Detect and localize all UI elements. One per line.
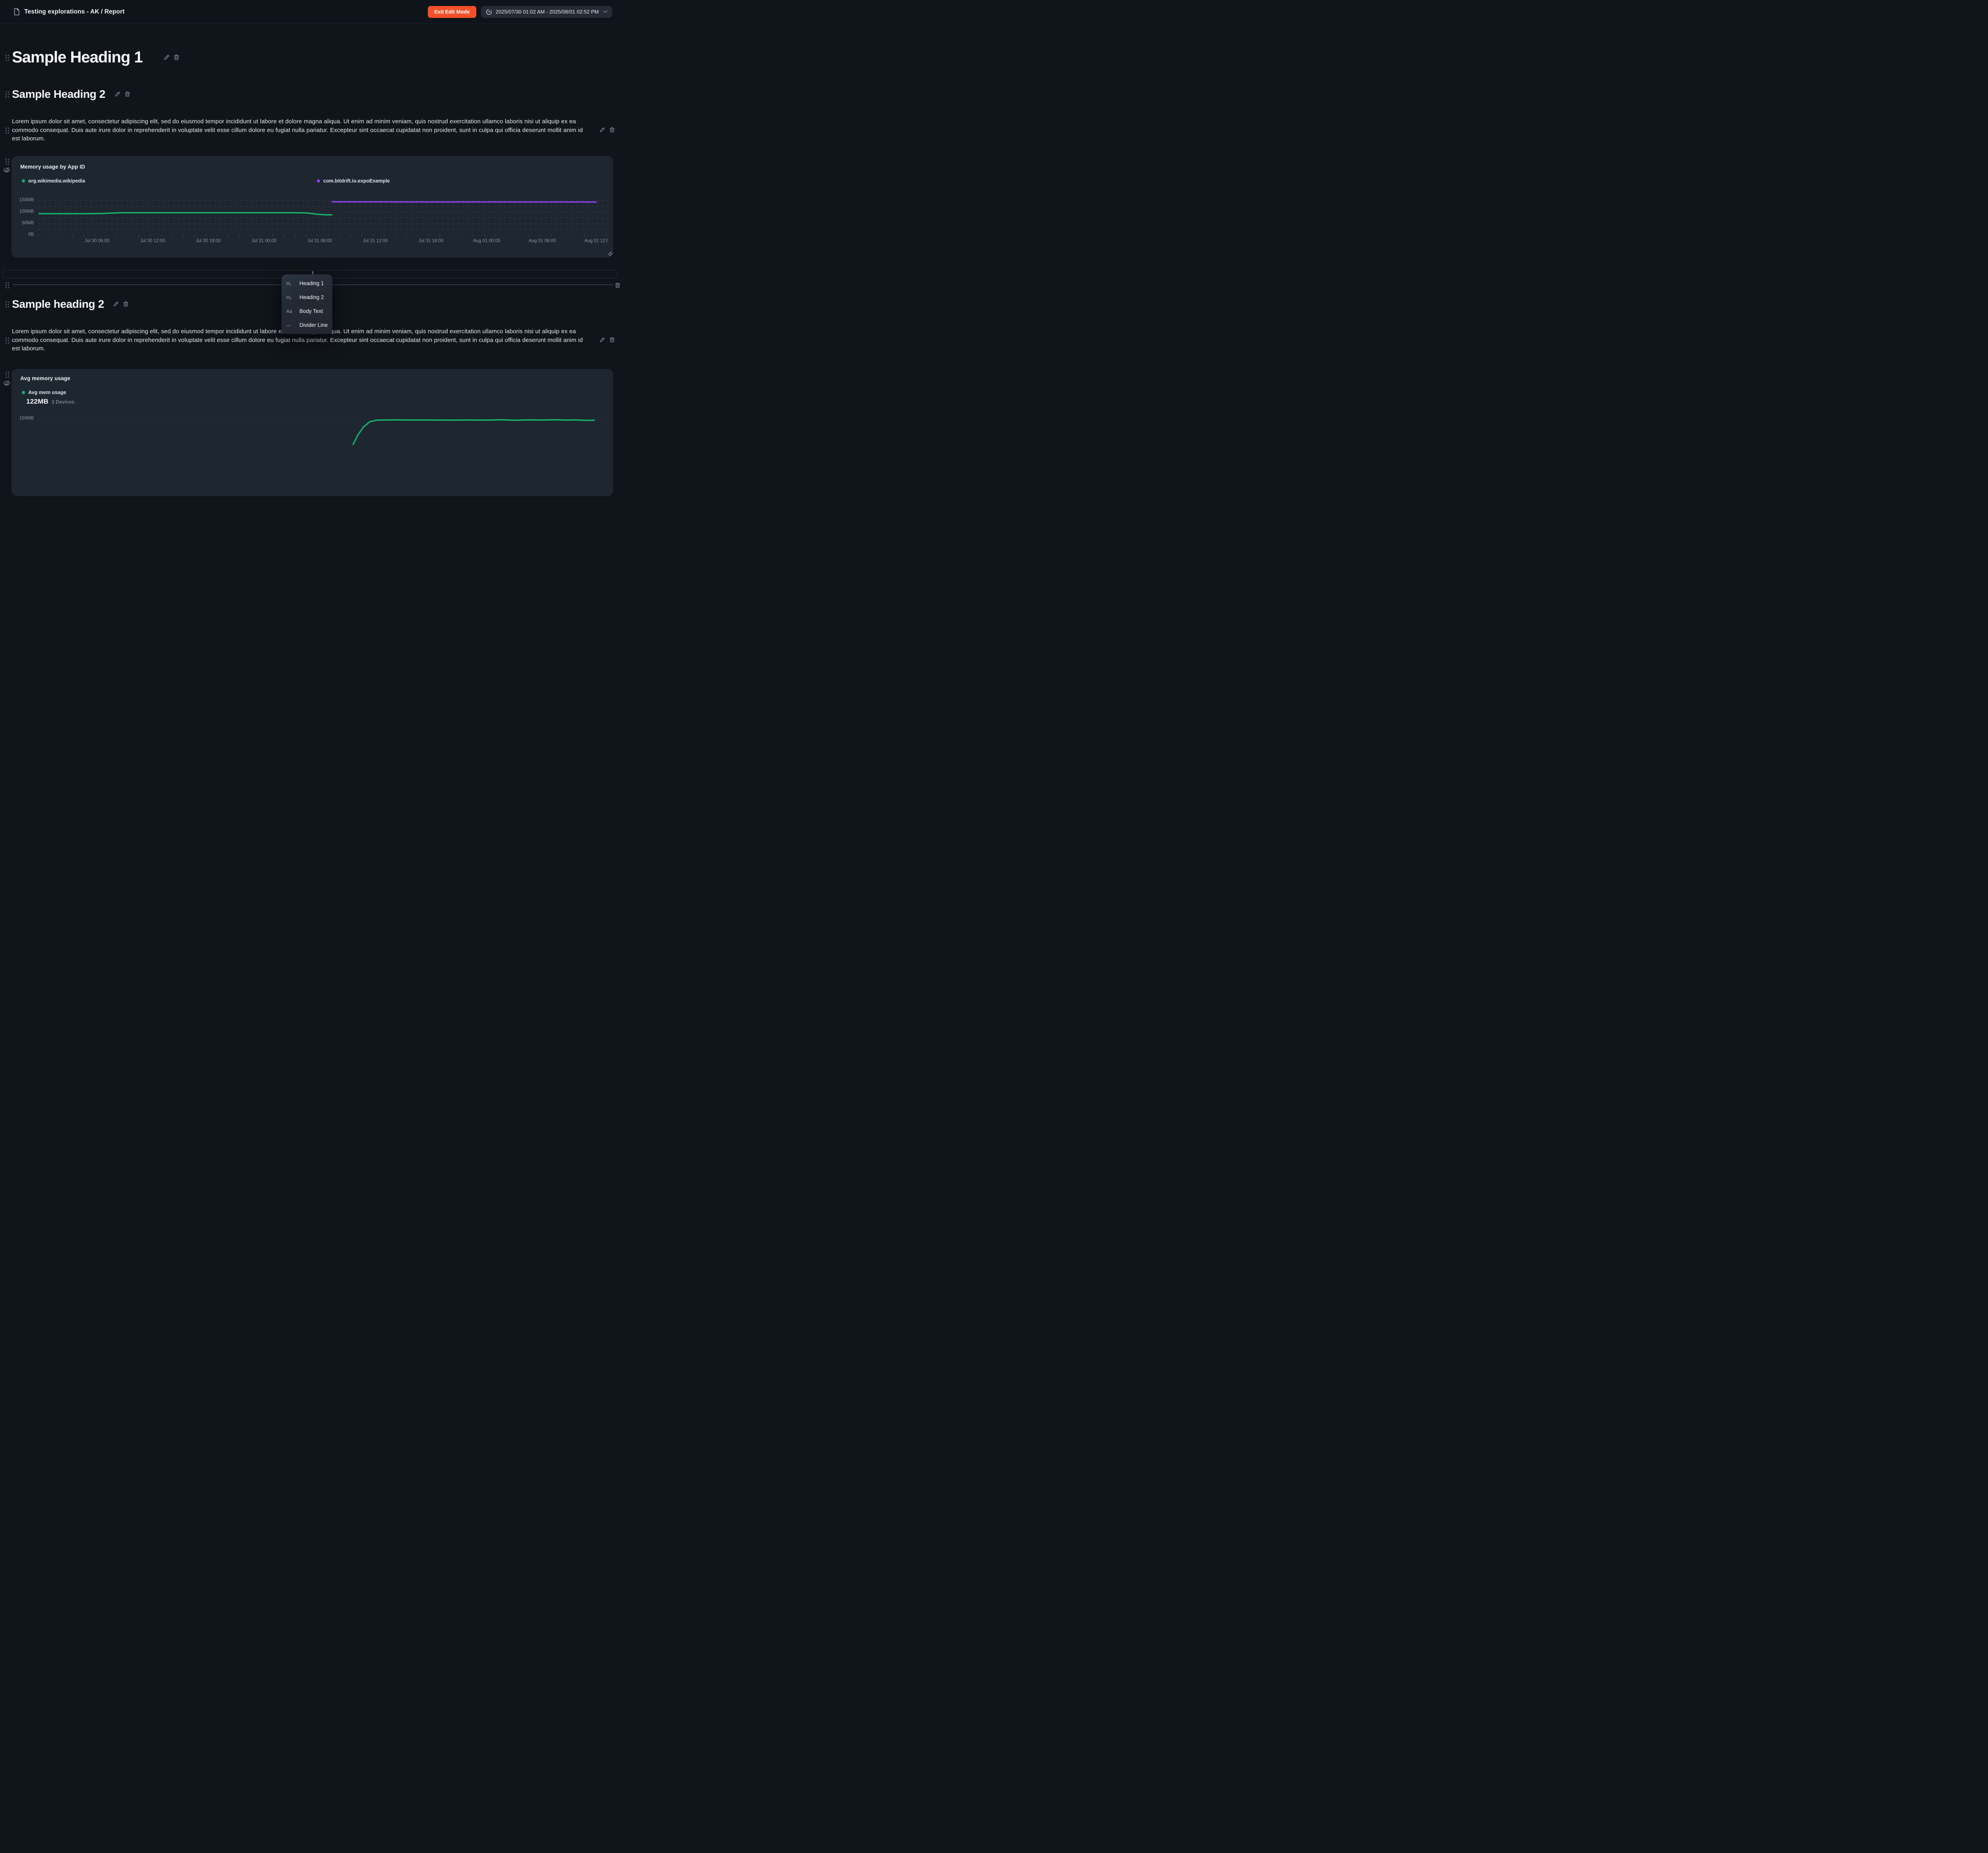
summary-value: 122MB xyxy=(26,398,49,406)
chart-card-memory-by-appid[interactable]: Memory usage by App ID org.wikimedia.wik… xyxy=(12,156,613,258)
chart-card-avg-memory[interactable]: Avg memory usage Avg mem usage 122MB 3 D… xyxy=(12,369,613,496)
drag-handle-heading1[interactable] xyxy=(5,54,10,62)
drag-handle-paragraph[interactable] xyxy=(5,337,10,344)
y-axis-tick-label: 100MB xyxy=(12,209,34,214)
y-axis-tick-label: 50MB xyxy=(12,221,34,225)
drag-handle-paragraph[interactable] xyxy=(5,127,10,134)
y-axis-tick-label: 150MB xyxy=(12,198,34,202)
chart-plot-area[interactable] xyxy=(39,407,608,495)
legend-item[interactable]: Avg mem usage xyxy=(22,390,66,395)
edit-pencil-icon[interactable] xyxy=(599,337,606,343)
legend-label: com.bitdrift.io.expoExample xyxy=(323,178,390,184)
trash-icon[interactable] xyxy=(123,301,129,307)
heading1-text: Sample Heading 1 xyxy=(12,49,143,66)
legend-dot-green xyxy=(22,179,25,183)
eye-off-icon[interactable] xyxy=(3,379,10,387)
heading2b-text: Sample heading 2 xyxy=(12,298,104,311)
heading2-icon: H₂ xyxy=(286,295,296,300)
divider-line-icon: — xyxy=(286,322,296,328)
y-axis-labels: 150MB xyxy=(12,407,34,495)
top-bar: Testing explorations - AK / Report Exit … xyxy=(0,0,620,24)
eye-off-icon[interactable] xyxy=(3,166,10,173)
trash-icon[interactable] xyxy=(173,54,180,60)
menu-item-heading2[interactable]: H₂ Heading 2 xyxy=(282,290,332,304)
chevron-down-icon xyxy=(603,10,608,13)
drag-handle-chart2[interactable] xyxy=(5,371,10,379)
series-line xyxy=(353,420,594,445)
x-axis-tick-label: Jul 31 12:00 xyxy=(357,239,393,243)
drag-handle-divider[interactable] xyxy=(5,282,10,289)
summary-row: 122MB 3 Devices xyxy=(26,398,75,406)
edit-pencil-icon[interactable] xyxy=(599,127,606,133)
legend-dot-purple xyxy=(317,179,320,183)
menu-item-body-text[interactable]: Aa Body Text xyxy=(282,304,332,318)
heading2-text: Sample Heading 2 xyxy=(12,88,105,101)
x-axis-tick-label: Jul 30 06:00 xyxy=(79,239,115,243)
edit-pencil-icon[interactable] xyxy=(115,91,121,97)
x-axis-tick-label: Jul 30 12:00 xyxy=(135,239,171,243)
y-axis-tick-label: 150MB xyxy=(12,416,34,421)
heading1-icon: H₁ xyxy=(286,281,296,286)
x-axis-tick-label: Aug 01 06:00 xyxy=(524,239,560,243)
menu-item-divider-line[interactable]: — Divider Line xyxy=(282,318,332,332)
drag-handle-heading2b[interactable] xyxy=(5,301,10,308)
drag-handle-chart1[interactable] xyxy=(5,158,10,165)
menu-item-heading1[interactable]: H₁ Heading 1 xyxy=(282,276,332,290)
body-text-icon: Aa xyxy=(286,309,296,314)
edit-pencil-icon[interactable] xyxy=(113,301,119,307)
y-axis-tick-label: 0B xyxy=(12,232,34,237)
chart-canvas xyxy=(39,407,608,495)
x-axis-tick-label: Jul 30 18:00 xyxy=(190,239,226,243)
trash-icon[interactable] xyxy=(615,282,621,289)
legend-item[interactable]: org.wikimedia.wikipedia xyxy=(22,178,85,184)
chart-title: Avg memory usage xyxy=(20,375,70,381)
series-line xyxy=(39,213,332,215)
legend-dot-green xyxy=(22,391,25,394)
x-axis-tick-label: Aug 01 12:00 xyxy=(580,239,608,243)
trash-icon[interactable] xyxy=(609,127,615,133)
page-title: Testing explorations - AK / Report xyxy=(24,8,124,16)
resize-handle-icon[interactable] xyxy=(608,251,613,256)
legend-item[interactable]: com.bitdrift.io.expoExample xyxy=(317,178,390,184)
x-axis-tick-label: Aug 01 00:00 xyxy=(469,239,505,243)
paragraph-text: Lorem ipsum dolor sit amet, consectetur … xyxy=(12,117,589,143)
trash-icon[interactable] xyxy=(124,91,131,97)
chart-canvas xyxy=(39,197,608,239)
file-icon xyxy=(14,8,20,16)
x-axis-tick-label: Jul 31 18:00 xyxy=(413,239,449,243)
legend-label: org.wikimedia.wikipedia xyxy=(28,178,85,184)
clock-icon xyxy=(486,9,492,15)
edit-pencil-icon[interactable] xyxy=(163,54,170,60)
drag-handle-heading2[interactable] xyxy=(5,91,10,98)
breadcrumb: Testing explorations - AK / Report xyxy=(14,8,124,16)
exit-edit-mode-button[interactable]: Exit Edit Mode xyxy=(428,6,476,18)
summary-devices: 3 Devices xyxy=(52,399,75,405)
x-axis-tick-label: Jul 31 06:00 xyxy=(302,239,338,243)
y-axis-labels: 150MB 100MB 50MB 0B xyxy=(12,197,34,241)
time-range-value: 2025/07/30 01:02 AM - 2025/08/01 02:52 P… xyxy=(496,9,599,15)
chart-title: Memory usage by App ID xyxy=(20,164,85,170)
chart-plot-area[interactable]: Jul 30 06:00 Jul 30 12:00 Jul 30 18:00 Jul … xyxy=(39,197,608,247)
trash-icon[interactable] xyxy=(609,337,615,343)
insert-block-menu: H₁ Heading 1 H₂ Heading 2 Aa Body Text —… xyxy=(282,274,332,334)
x-axis-tick-label: Jul 31 00:00 xyxy=(246,239,282,243)
time-range-picker[interactable]: 2025/07/30 01:02 AM - 2025/08/01 02:52 P… xyxy=(481,6,612,18)
legend-label: Avg mem usage xyxy=(28,390,66,395)
